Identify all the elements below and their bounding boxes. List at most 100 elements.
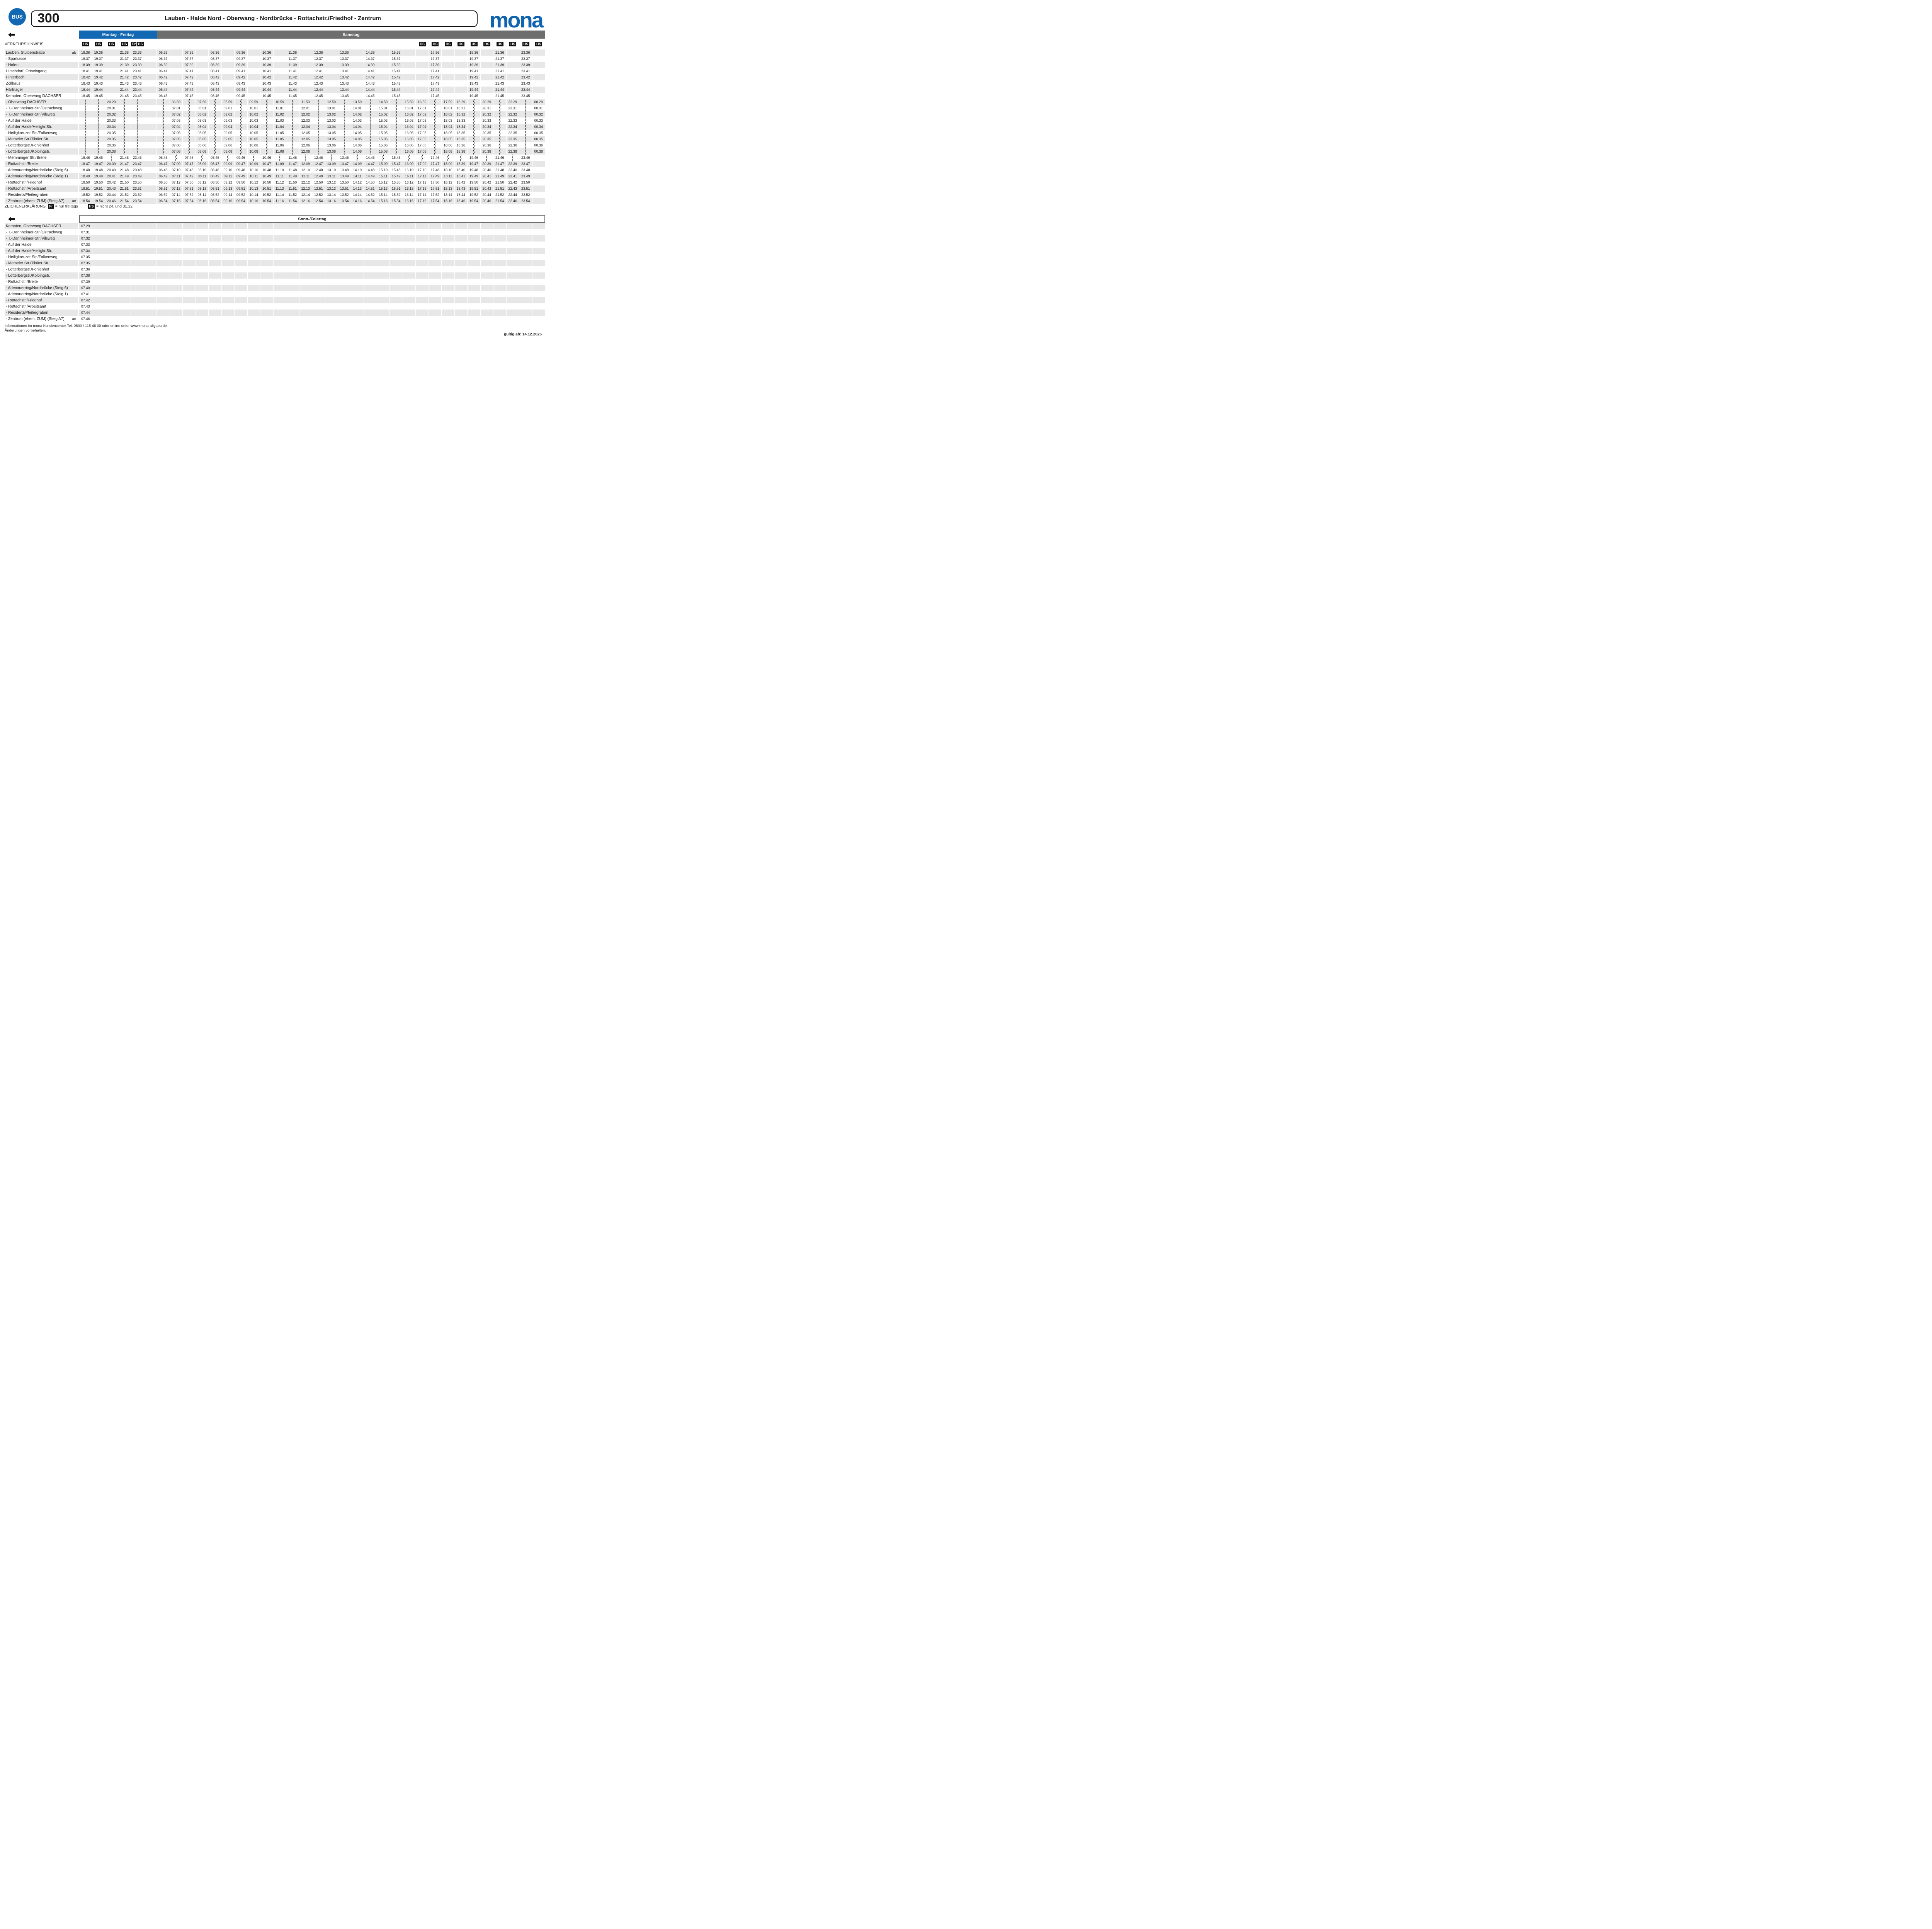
time-cell: 12.43 xyxy=(312,80,325,87)
time-cell: 23.36 xyxy=(519,49,532,56)
empty-cell xyxy=(519,279,532,285)
time-cell: 13.48 xyxy=(338,167,351,173)
empty-cell xyxy=(170,223,183,229)
time-cell: 22.36 xyxy=(507,142,520,148)
empty-cell xyxy=(351,310,364,316)
time-cell: 20.44 xyxy=(481,192,494,198)
time-cell: 19.37 xyxy=(468,56,481,62)
badge-cell: HS xyxy=(507,42,520,46)
stop-row: - Auf der Halde/Heiligkr.Str.20.3407.040… xyxy=(5,124,545,130)
time-cell: 23.46 xyxy=(131,155,144,161)
no-stop-cell xyxy=(131,124,144,130)
no-stop-wave-icon xyxy=(162,142,165,148)
empty-cell xyxy=(507,248,520,254)
stop-name: - Rottachstr./Friedhof xyxy=(5,179,79,185)
no-stop-wave-icon xyxy=(123,142,126,148)
empty-cell xyxy=(118,272,131,279)
time-cell: 10.49 xyxy=(260,173,274,179)
empty-cell xyxy=(222,62,235,68)
no-stop-wave-icon xyxy=(434,111,436,117)
time-cell: 19.54 xyxy=(92,198,105,204)
empty-cell xyxy=(312,291,325,297)
time-cell: 07.08 xyxy=(170,148,183,155)
empty-cell xyxy=(235,235,248,242)
time-cell: 08.52 xyxy=(209,192,222,198)
time-cell: 21.42 xyxy=(118,74,131,80)
empty-cell xyxy=(105,291,118,297)
empty-cell xyxy=(481,303,494,310)
empty-cell xyxy=(455,56,468,62)
empty-cell xyxy=(351,285,364,291)
empty-cell xyxy=(325,279,338,285)
empty-cell xyxy=(274,68,287,74)
no-stop-wave-icon xyxy=(214,142,216,148)
empty-cell xyxy=(183,310,196,316)
empty-cell xyxy=(144,161,157,167)
empty-cell xyxy=(377,80,390,87)
time-cell: 07.01 xyxy=(170,105,183,111)
empty-cell xyxy=(286,303,299,310)
empty-cell xyxy=(92,297,105,303)
no-stop-cell xyxy=(260,124,274,130)
empty-cell xyxy=(235,266,248,272)
no-stop-cell xyxy=(519,136,532,142)
empty-cell xyxy=(260,266,274,272)
time-cell: 07.47 xyxy=(183,161,196,167)
empty-cell xyxy=(131,291,144,297)
no-stop-cell xyxy=(468,117,481,124)
time-cell: 18.46 xyxy=(79,155,92,161)
footer-info-line2: Änderungen vorbehalten. xyxy=(5,328,167,333)
empty-cell xyxy=(131,316,144,322)
empty-cell xyxy=(532,260,546,266)
time-cell: 18.52 xyxy=(79,192,92,198)
time-cell: 15.43 xyxy=(390,80,403,87)
empty-cell xyxy=(105,297,118,303)
no-stop-wave-icon xyxy=(317,111,320,117)
empty-cell xyxy=(325,74,338,80)
empty-cell xyxy=(248,74,261,80)
empty-cell xyxy=(170,303,183,310)
no-stop-cell xyxy=(519,117,532,124)
empty-cell xyxy=(144,279,157,285)
empty-cell xyxy=(442,297,455,303)
empty-cell xyxy=(299,266,313,272)
time-cell: 11.42 xyxy=(286,74,299,80)
empty-cell xyxy=(351,74,364,80)
time-cell: 21.43 xyxy=(118,80,131,87)
time-cell: 06.42 xyxy=(157,74,170,80)
stop-name: - T.-Dannheimer-Str./Ostrachweg xyxy=(5,105,79,111)
stop-name: - Zentrum (ehem. ZUM) (Steig A7)an xyxy=(5,198,79,204)
empty-cell xyxy=(455,260,468,266)
empty-cell xyxy=(532,155,546,161)
time-cell: 09.44 xyxy=(235,87,248,93)
time-cell: 00.31 xyxy=(532,105,546,111)
no-stop-cell xyxy=(493,99,507,105)
empty-cell xyxy=(455,285,468,291)
time-cell: 16.05 xyxy=(403,130,416,136)
stop-name: Kempten, Oberwang DACHSER xyxy=(5,223,79,229)
empty-cell xyxy=(286,235,299,242)
empty-cell xyxy=(286,229,299,235)
time-cell: 20.29 xyxy=(105,99,118,105)
no-stop-wave-icon xyxy=(524,105,527,111)
empty-cell xyxy=(248,49,261,56)
no-stop-wave-icon xyxy=(97,130,100,136)
empty-cell xyxy=(235,254,248,260)
empty-cell xyxy=(157,235,170,242)
empty-cell xyxy=(390,260,403,266)
time-cell: 08.06 xyxy=(196,142,209,148)
empty-cell xyxy=(131,272,144,279)
empty-cell xyxy=(105,248,118,254)
empty-cell xyxy=(481,62,494,68)
time-cell: 17.44 xyxy=(429,87,442,93)
empty-cell xyxy=(507,316,520,322)
empty-cell xyxy=(351,303,364,310)
empty-cell xyxy=(312,260,325,266)
time-cell: 18.42 xyxy=(455,179,468,185)
no-stop-wave-icon xyxy=(343,148,346,155)
no-stop-wave-icon xyxy=(395,130,398,136)
empty-cell xyxy=(209,303,222,310)
empty-cell xyxy=(351,254,364,260)
badge-cell: HS xyxy=(519,42,532,46)
empty-cell xyxy=(274,303,287,310)
